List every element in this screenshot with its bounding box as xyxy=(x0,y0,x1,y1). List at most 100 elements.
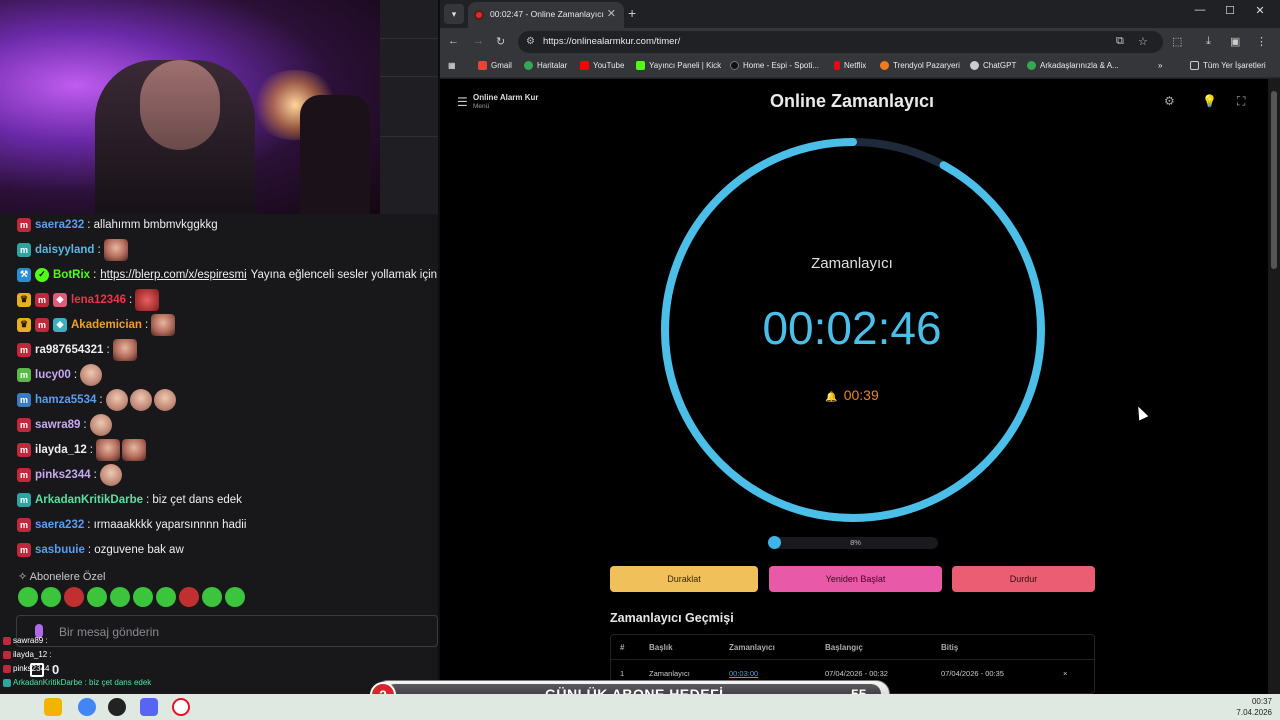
scrollbar-thumb[interactable] xyxy=(1271,91,1277,269)
column-header: Başlık xyxy=(649,643,673,652)
tab-search-icon[interactable]: ▾ xyxy=(444,4,464,24)
chat-link[interactable]: https://blerp.com/x/espiresmi xyxy=(100,269,246,281)
emote-icon[interactable] xyxy=(18,587,38,607)
chat-username[interactable]: hamza5534 xyxy=(35,394,96,406)
restart-button[interactable]: Yeniden Başlat xyxy=(769,566,942,592)
maximize-icon[interactable]: ☐ xyxy=(1220,4,1240,17)
bookmark-kick[interactable]: Yayıncı Paneli | Kick xyxy=(636,61,721,70)
taskbar: 00:37 7.04.2026 xyxy=(0,694,1280,720)
chat-text: : xyxy=(83,418,87,431)
apps-icon[interactable]: ▦ xyxy=(448,61,456,70)
all-bookmarks[interactable]: Tüm Yer İşaretleri xyxy=(1190,61,1266,70)
history-title: Zamanlayıcı Geçmişi xyxy=(610,611,734,625)
chat-username[interactable]: sasbuuie xyxy=(35,544,85,556)
delete-row-icon[interactable]: × xyxy=(1063,669,1067,678)
chat-username[interactable]: lucy00 xyxy=(35,369,71,381)
bookmarks-overflow-icon[interactable]: » xyxy=(1158,61,1162,70)
chat-text: : biz çet dans edek xyxy=(146,493,242,506)
record-favicon-icon xyxy=(474,10,484,20)
bookmark-chatgpt[interactable]: ChatGPT xyxy=(970,61,1016,70)
tab-active[interactable]: 00:02:47 - Online Zamanlayıcı ✕ xyxy=(468,2,624,28)
bookmark-spotify[interactable]: Home - Espi - Spoti... xyxy=(730,61,819,70)
bell-icon: 🔔 xyxy=(825,392,838,403)
bot-badge-icon: ⚒ xyxy=(17,267,31,282)
tab-close-icon[interactable]: ✕ xyxy=(607,7,616,20)
bookmark-star-icon[interactable]: ☆ xyxy=(1138,35,1148,48)
site-info-icon[interactable]: ⚙ xyxy=(526,36,535,47)
chat-username[interactable]: ilayda_12 xyxy=(35,444,87,456)
chat-username[interactable]: Akademician xyxy=(71,319,142,331)
emote-icon[interactable] xyxy=(179,587,199,607)
chat-username[interactable]: lena12346 xyxy=(71,294,126,306)
pause-button[interactable]: Duraklat xyxy=(610,566,758,592)
explorer-icon[interactable] xyxy=(44,698,62,716)
progress-label: 8% xyxy=(850,538,861,547)
mini-chat-row: sawra89 : xyxy=(0,634,200,648)
opera-icon[interactable] xyxy=(172,698,190,716)
settings-icon[interactable]: ⚙ xyxy=(1164,94,1175,108)
mini-chat-text: ilayda_12 : xyxy=(13,650,52,659)
chat-username[interactable]: saera232 xyxy=(35,519,84,531)
bookmark-netflix[interactable]: Netflix xyxy=(834,61,866,70)
back-icon[interactable]: ← xyxy=(448,35,459,47)
table-cell: Zamanlayıcı xyxy=(649,669,690,678)
chat-message: m lucy00 : xyxy=(0,362,438,387)
bookmark-label: Netflix xyxy=(844,61,867,70)
chat-username[interactable]: saera232 xyxy=(35,219,84,231)
address-bar[interactable]: ⚙ https://onlinealarmkur.com/timer/ ⧉ ☆ xyxy=(518,31,1163,53)
forward-icon[interactable]: → xyxy=(473,35,484,47)
chat-text: : xyxy=(106,343,110,356)
bookmark-youtube[interactable]: YouTube xyxy=(580,61,624,70)
system-clock[interactable]: 00:37 7.04.2026 xyxy=(1236,696,1272,718)
chrome-icon[interactable] xyxy=(78,698,96,716)
bookmark-maps[interactable]: Haritalar xyxy=(524,61,567,70)
download-icon[interactable]: ⤓ xyxy=(1206,35,1211,48)
chat-text: : xyxy=(97,243,101,256)
extensions-icon[interactable]: ⬚ xyxy=(1172,35,1182,48)
emote-icon[interactable] xyxy=(41,587,61,607)
install-icon[interactable]: ⧉ xyxy=(1116,35,1124,48)
bookmark-trendyol[interactable]: Trendyol Pazaryeri xyxy=(880,61,960,70)
stop-button[interactable]: Durdur xyxy=(952,566,1095,592)
emote-icon[interactable] xyxy=(64,587,84,607)
scrollbar[interactable] xyxy=(1268,79,1280,694)
chat-panel: m saera232 : allahımm bmbmvkggkkg m dais… xyxy=(0,212,438,562)
emote-icon[interactable] xyxy=(110,587,130,607)
lightbulb-icon[interactable]: 💡 xyxy=(1202,94,1217,108)
chat-username[interactable]: sawra89 xyxy=(35,419,80,431)
chat-text: : xyxy=(93,268,97,281)
reload-icon[interactable]: ↻ xyxy=(496,35,505,48)
chat-username[interactable]: BotRix xyxy=(53,269,90,281)
bookmark-label: Home - Espi - Spoti... xyxy=(743,61,820,70)
nav-bar: ← → ↻ ⚙ https://onlinealarmkur.com/timer… xyxy=(440,28,1280,56)
emote-icon xyxy=(151,313,176,336)
emote-icon[interactable] xyxy=(202,587,222,607)
chat-message: m sawra89 : xyxy=(0,412,438,437)
minimize-icon[interactable]: — xyxy=(1190,4,1210,16)
obs-icon[interactable] xyxy=(108,698,126,716)
gift-badge-icon: ◆ xyxy=(53,292,67,307)
emote-icon xyxy=(135,288,160,311)
bookmark-gmail[interactable]: Gmail xyxy=(478,61,512,70)
new-tab-icon[interactable]: + xyxy=(628,5,636,21)
chat-username[interactable]: ra987654321 xyxy=(35,344,103,356)
subscriber-badge-icon: m xyxy=(17,492,31,507)
emote-icon xyxy=(112,338,137,361)
discord-icon[interactable] xyxy=(140,698,158,716)
more-menu-icon[interactable]: ⋮ xyxy=(1256,35,1267,48)
chat-username[interactable]: daisyyland xyxy=(35,244,94,256)
table-cell: 07/04/2026 - 00:32 xyxy=(825,669,888,678)
emote-icon[interactable] xyxy=(225,587,245,607)
duration-link[interactable]: 00:03:00 xyxy=(729,669,758,678)
browser-window: ▾ 00:02:47 - Online Zamanlayıcı ✕ + — ☐ … xyxy=(440,0,1280,694)
chat-username[interactable]: pinks2344 xyxy=(35,469,91,481)
close-window-icon[interactable]: ✕ xyxy=(1250,4,1270,17)
chat-message: m ra987654321 : xyxy=(0,337,438,362)
emote-icon[interactable] xyxy=(87,587,107,607)
fullscreen-icon[interactable]: ⛶ xyxy=(1237,94,1245,109)
bookmark-friends[interactable]: Arkadaşlarınızla & A... xyxy=(1027,61,1119,70)
trash-icon[interactable]: ▣ xyxy=(1230,35,1240,48)
emote-icon[interactable] xyxy=(156,587,176,607)
emote-icon[interactable] xyxy=(133,587,153,607)
chat-username[interactable]: ArkadanKritikDarbe xyxy=(35,494,143,506)
